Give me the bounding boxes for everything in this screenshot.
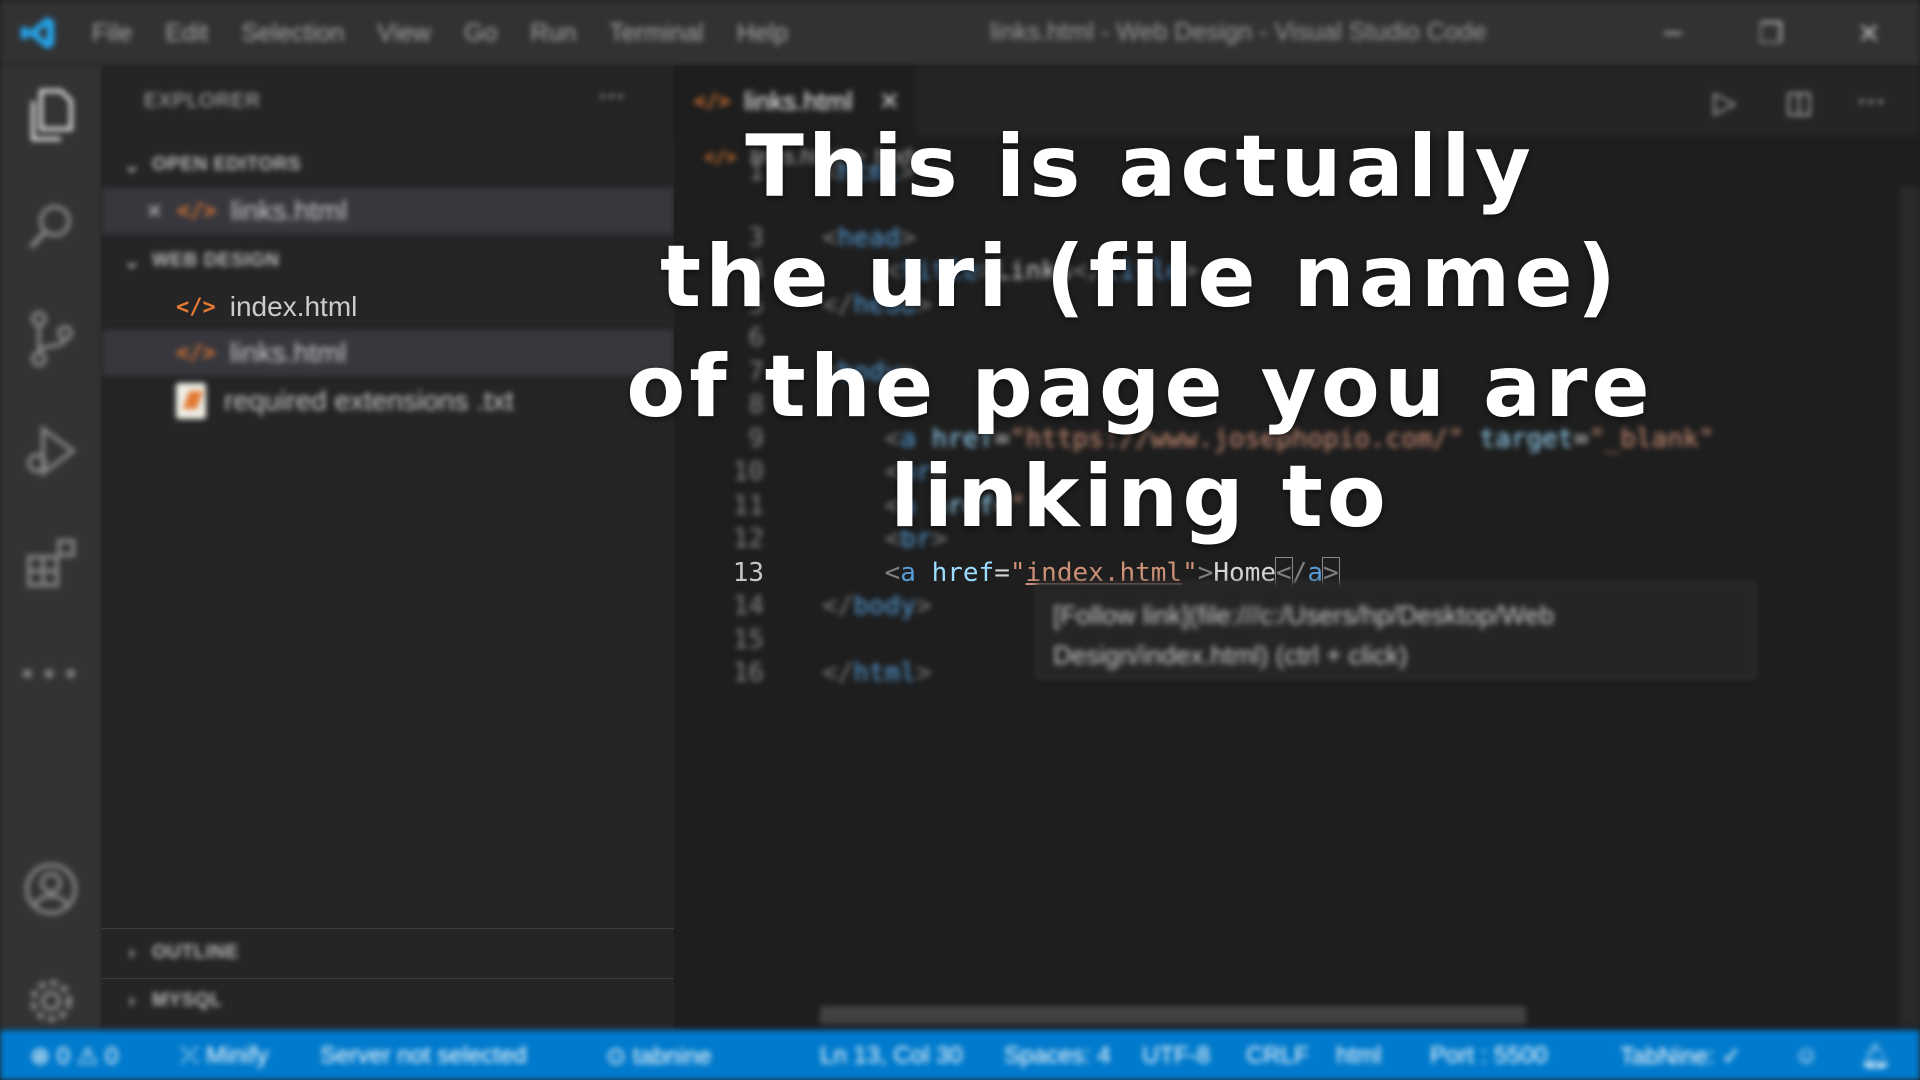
menu-view[interactable]: View xyxy=(377,19,431,48)
open-editor-name: links.html xyxy=(230,195,348,226)
code-token: < xyxy=(884,558,901,588)
indentation[interactable]: Spaces: 4 xyxy=(1004,1042,1111,1070)
activity-bar: ••• xyxy=(0,66,102,1030)
outline-label: OUTLINE xyxy=(152,942,239,963)
file-name: links.html xyxy=(229,337,347,368)
line-number: 16 xyxy=(732,658,764,688)
html-file-icon: </> xyxy=(176,294,216,320)
notifications-bell-icon[interactable]: 🔔︎ xyxy=(1860,1042,1890,1071)
window-title: links.html - Web Design - Visual Studio … xyxy=(990,18,1487,46)
vertical-scrollbar[interactable] xyxy=(1900,186,1920,1026)
live-server-port[interactable]: Port : 5500 xyxy=(1430,1042,1547,1070)
code-token: " xyxy=(1009,558,1026,588)
workspace-label: WEB DESIGN xyxy=(152,250,280,271)
more-icon[interactable]: ••• xyxy=(18,642,84,708)
horizontal-scrollbar[interactable] xyxy=(820,1006,1526,1024)
code-token: body xyxy=(853,591,916,621)
restore-icon[interactable]: ❐ xyxy=(1746,10,1796,56)
chevron-down-icon: ⌄ xyxy=(123,250,141,273)
explorer-icon[interactable] xyxy=(18,82,84,148)
file-name: required extensions .txt xyxy=(224,385,514,416)
chevron-right-icon: › xyxy=(128,941,136,964)
hover-line-1: [Follow link](file:///c:/Users/hp/Deskto… xyxy=(1053,600,1554,630)
code-token: > xyxy=(915,591,932,621)
minimize-icon[interactable]: ─ xyxy=(1648,10,1698,56)
encoding[interactable]: UTF-8 xyxy=(1142,1042,1210,1070)
open-editors-label: OPEN EDITORS xyxy=(152,154,302,175)
code-token: = xyxy=(994,558,1010,588)
line-ending[interactable]: CRLF xyxy=(1246,1042,1309,1070)
caption-line: linking to xyxy=(890,447,1390,547)
outline-header[interactable]: › OUTLINE xyxy=(102,932,674,974)
run-debug-icon[interactable] xyxy=(18,418,84,484)
menu-selection[interactable]: Selection xyxy=(241,19,344,48)
link-hover-tooltip: [Follow link](file:///c:/Users/hp/Deskto… xyxy=(1036,582,1756,678)
caption-line: the uri (file name) xyxy=(659,227,1621,327)
search-icon[interactable] xyxy=(18,194,84,260)
cursor-position[interactable]: Ln 13, Col 30 xyxy=(820,1042,963,1070)
menu-run[interactable]: Run xyxy=(530,19,576,48)
chevron-down-icon: ⌄ xyxy=(123,154,141,177)
menu-help[interactable]: Help xyxy=(737,19,788,48)
divider xyxy=(102,928,674,929)
mysql-header[interactable]: › MYSQL xyxy=(102,980,674,1022)
feedback-icon[interactable]: ☺ xyxy=(1794,1042,1819,1070)
code-token: > xyxy=(915,658,932,688)
tabnine-status[interactable]: TabNine: ✓ xyxy=(1620,1042,1742,1071)
settings-gear-icon[interactable] xyxy=(18,968,84,1034)
hover-line-2: Design/index.html) (ctrl + click) xyxy=(1053,640,1408,670)
minify-button[interactable]: ⤫ Minify xyxy=(180,1042,269,1070)
title-bar: File Edit Selection View Go Run Terminal… xyxy=(0,0,1920,66)
menu-edit[interactable]: Edit xyxy=(165,19,208,48)
language-mode[interactable]: html xyxy=(1336,1042,1381,1070)
code-token: href xyxy=(931,558,995,588)
chevron-right-icon: › xyxy=(128,989,136,1012)
text-file-icon xyxy=(176,383,206,419)
caption-line: of the page you are xyxy=(626,337,1654,437)
code-token: a xyxy=(900,558,916,588)
menu-go[interactable]: Go xyxy=(464,19,497,48)
explorer-title: EXPLORER xyxy=(144,90,261,112)
tabnine-indicator[interactable]: ⊙ tabnine xyxy=(606,1042,712,1071)
menu-terminal[interactable]: Terminal xyxy=(609,19,703,48)
code-token: html xyxy=(853,658,916,688)
close-window-icon[interactable]: ✕ xyxy=(1844,10,1894,56)
html-file-icon: </> xyxy=(176,198,217,224)
minimap[interactable] xyxy=(1768,186,1898,1006)
mysql-label: MYSQL xyxy=(152,990,223,1011)
code-token: </ xyxy=(822,591,854,621)
more-actions-icon[interactable]: ··· xyxy=(1846,80,1896,124)
caption-line: This is actually xyxy=(745,117,1535,217)
account-icon[interactable] xyxy=(18,856,84,922)
vscode-logo-icon[interactable] xyxy=(0,0,76,66)
html-file-icon: </> xyxy=(694,89,731,113)
explorer-more-icon[interactable]: ··· xyxy=(598,80,625,113)
source-control-icon[interactable] xyxy=(18,306,84,372)
extensions-icon[interactable] xyxy=(18,530,84,596)
status-bar: ⊗ 0 ⚠ 0 ⤫ Minify Server not selected ⊙ t… xyxy=(0,1030,1920,1080)
divider xyxy=(102,978,674,979)
file-name: index.html xyxy=(229,291,358,322)
close-icon[interactable]: ✕ xyxy=(146,199,163,224)
menu-file[interactable]: File xyxy=(92,19,132,48)
html-file-icon: </> xyxy=(176,340,216,366)
code-content: </html> xyxy=(822,653,932,694)
code-token: </ xyxy=(822,658,854,688)
server-status[interactable]: Server not selected xyxy=(320,1042,527,1070)
split-editor-icon[interactable]: ◫ xyxy=(1774,80,1824,124)
caption-overlay: This is actually the uri (file name) of … xyxy=(560,112,1720,552)
problems-indicator[interactable]: ⊗ 0 ⚠ 0 xyxy=(30,1042,118,1071)
